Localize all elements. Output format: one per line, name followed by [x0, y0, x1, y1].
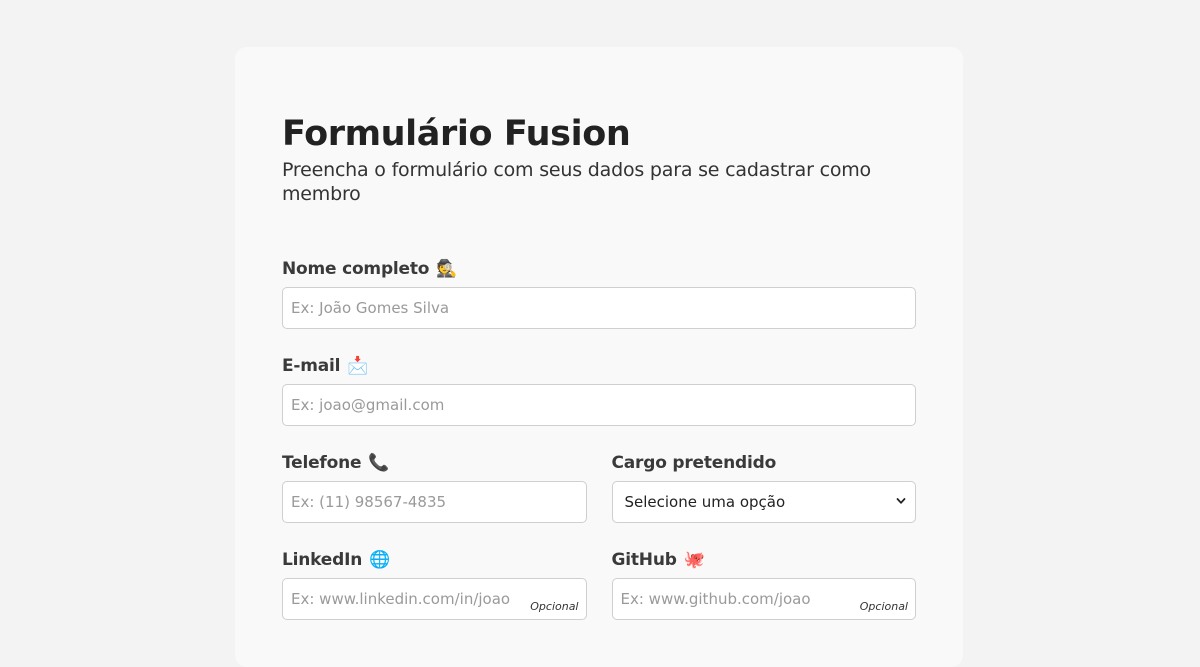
field-role: Cargo pretendido Selecione uma opção [611, 452, 917, 523]
row-email: E-mail 📩 [282, 355, 916, 426]
field-linkedin: LinkedIn 🌐 Opcional [282, 549, 587, 620]
email-label-text: E-mail [282, 356, 341, 376]
row-social: LinkedIn 🌐 Opcional GitHub 🐙 Opcional [282, 549, 916, 620]
field-phone: Telefone 📞 [282, 452, 587, 523]
page-subtitle: Preencha o formulário com seus dados par… [282, 159, 871, 205]
role-label: Cargo pretendido [612, 452, 917, 474]
person-icon: 🕵 [436, 259, 458, 279]
octopus-icon: 🐙 [683, 550, 705, 570]
email-input[interactable] [282, 384, 916, 426]
full-name-input[interactable] [282, 287, 916, 329]
role-select-wrapper: Selecione uma opção [611, 481, 916, 523]
email-wrapper [282, 384, 916, 426]
linkedin-label: LinkedIn 🌐 [282, 549, 587, 571]
full-name-label-text: Nome completo [282, 259, 430, 279]
phone-label-text: Telefone [282, 453, 362, 473]
github-optional-tag: Opcional [859, 600, 908, 613]
email-label: E-mail 📩 [282, 355, 916, 377]
field-github: GitHub 🐙 Opcional [611, 549, 917, 620]
phone-input[interactable] [282, 481, 587, 523]
page-title: Formulário Fusion [282, 114, 631, 154]
linkedin-input[interactable] [282, 578, 587, 620]
row-phone-role: Telefone 📞 Cargo pretendido Selecione um… [282, 452, 916, 523]
envelope-icon: 📩 [347, 356, 369, 376]
row-name: Nome completo 🕵 [282, 258, 916, 329]
github-input[interactable] [611, 578, 916, 620]
field-full-name: Nome completo 🕵 [282, 258, 916, 329]
linkedin-wrapper: Opcional [282, 578, 587, 620]
form-card: Formulário Fusion Preencha o formulário … [235, 47, 963, 667]
github-wrapper: Opcional [611, 578, 916, 620]
role-label-text: Cargo pretendido [611, 453, 777, 473]
github-label-text: GitHub [611, 550, 677, 570]
phone-wrapper [282, 481, 587, 523]
role-select[interactable]: Selecione uma opção [611, 481, 916, 523]
field-email: E-mail 📩 [282, 355, 916, 426]
globe-icon: 🌐 [369, 550, 391, 570]
linkedin-optional-tag: Opcional [530, 600, 579, 613]
github-label: GitHub 🐙 [612, 549, 917, 571]
telephone-receiver-icon: 📞 [368, 453, 390, 473]
linkedin-label-text: LinkedIn [282, 550, 363, 570]
form-fields: Nome completo 🕵 E-mail 📩 [282, 258, 916, 620]
phone-label: Telefone 📞 [282, 452, 587, 474]
full-name-label: Nome completo 🕵 [282, 258, 916, 280]
full-name-wrapper [282, 287, 916, 329]
